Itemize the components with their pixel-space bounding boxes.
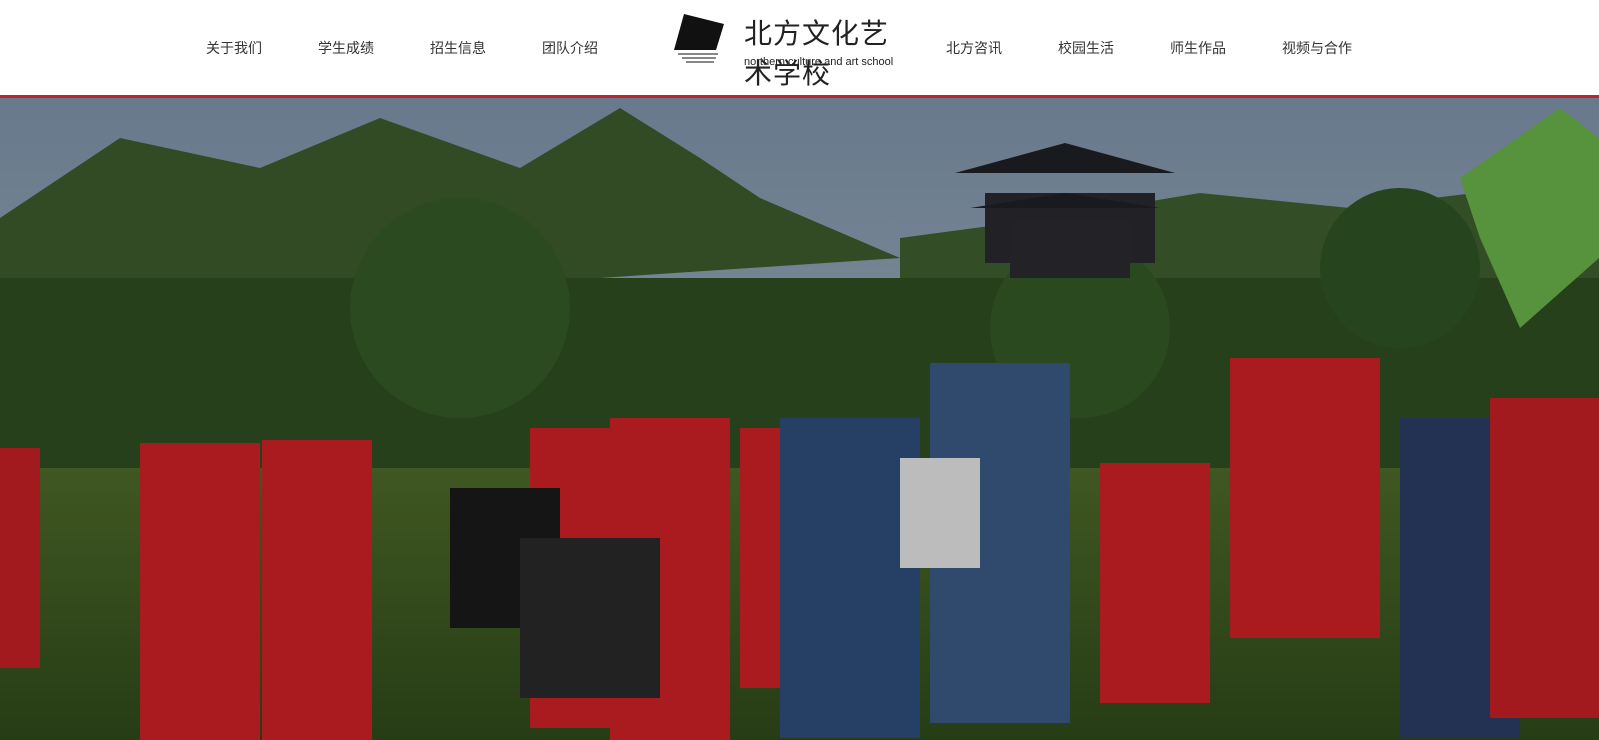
hero-image bbox=[0, 98, 1599, 740]
nav-team[interactable]: 团队介绍 bbox=[542, 38, 598, 58]
nav-news[interactable]: 北方咨讯 bbox=[946, 38, 1002, 58]
site-header: 关于我们 学生成绩 招生信息 团队介绍 北方文化艺术学校 northern cu… bbox=[0, 0, 1599, 96]
nav-about[interactable]: 关于我们 bbox=[206, 38, 262, 58]
logo-icon bbox=[674, 14, 724, 63]
nav-admissions[interactable]: 招生信息 bbox=[430, 38, 486, 58]
nav-video-cooperation[interactable]: 视频与合作 bbox=[1282, 38, 1352, 58]
nav-student-results[interactable]: 学生成绩 bbox=[318, 38, 374, 58]
school-logo[interactable]: 北方文化艺术学校 northern culture and art school bbox=[672, 10, 912, 90]
hero-banner bbox=[0, 98, 1599, 740]
logo-chinese-name: 北方文化艺术学校 bbox=[744, 17, 890, 90]
logo-english-name: northern culture and art school bbox=[744, 56, 894, 68]
nav-campus-life[interactable]: 校园生活 bbox=[1058, 38, 1114, 58]
nav-works[interactable]: 师生作品 bbox=[1170, 38, 1226, 58]
